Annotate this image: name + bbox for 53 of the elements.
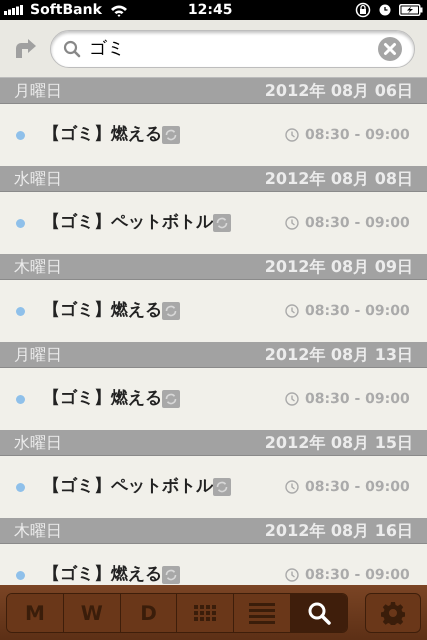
weekday-label: 水曜日 <box>14 168 62 190</box>
clock-icon <box>285 304 299 318</box>
repeat-icon <box>162 126 180 144</box>
weekday-label: 木曜日 <box>14 520 62 542</box>
grid-icon <box>194 604 216 620</box>
weekday-label: 水曜日 <box>14 432 62 454</box>
event-title: 【ゴミ】ペットボトル <box>43 211 213 234</box>
list-icon <box>249 602 276 624</box>
date-label: 2012年 08月 06日 <box>264 80 413 102</box>
clock-icon <box>285 392 299 406</box>
search-field[interactable]: ゴミ <box>50 30 415 68</box>
event-time: 08:30 - 09:00 <box>305 478 411 496</box>
event-time: 08:30 - 09:00 <box>305 390 411 408</box>
event-time: 08:30 - 09:00 <box>305 302 411 320</box>
settings-icon <box>381 600 405 624</box>
date-label: 2012年 08月 13日 <box>264 344 413 366</box>
weekday-label: 木曜日 <box>14 256 62 278</box>
event-title: 【ゴミ】燃える <box>43 299 162 322</box>
event-time: 08:30 - 09:00 <box>305 126 411 144</box>
event-title: 【ゴミ】ペットボトル <box>43 475 213 498</box>
event-title: 【ゴミ】燃える <box>43 387 162 410</box>
clock-icon <box>285 216 299 230</box>
settings-button[interactable] <box>365 592 421 632</box>
search-icon <box>307 600 332 624</box>
repeat-icon <box>162 390 180 408</box>
search-icon <box>63 40 81 58</box>
clock-icon <box>285 480 299 494</box>
date-label: 2012年 08月 16日 <box>264 520 413 542</box>
clock-icon <box>285 568 299 582</box>
clear-icon[interactable] <box>378 36 402 60</box>
clock-icon <box>285 128 299 142</box>
event-title: 【ゴミ】燃える <box>43 123 162 146</box>
date-label: 2012年 08月 09日 <box>264 256 413 278</box>
signal-icon <box>4 5 26 15</box>
weekday-label: 月曜日 <box>14 344 62 366</box>
event-title: 【ゴミ】燃える <box>43 563 162 585</box>
repeat-icon <box>213 214 231 232</box>
date-label: 2012年 08月 15日 <box>264 432 413 454</box>
repeat-icon <box>162 302 180 320</box>
clock-time: 12:45 <box>188 0 232 20</box>
search-tab[interactable] <box>290 594 347 632</box>
battery-icon <box>399 4 423 16</box>
event-time: 08:30 - 09:00 <box>305 214 411 232</box>
rotation-lock-icon <box>355 2 371 18</box>
date-label: 2012年 08月 08日 <box>264 168 413 190</box>
event-time: 08:30 - 09:00 <box>305 566 411 584</box>
wifi-icon <box>110 4 128 16</box>
weekday-label: 月曜日 <box>14 80 62 102</box>
month-grid-tab[interactable] <box>176 594 234 632</box>
carrier-name: SoftBank <box>30 0 102 20</box>
repeat-icon <box>162 566 180 584</box>
repeat-icon <box>213 478 231 496</box>
alarm-icon <box>379 4 391 16</box>
